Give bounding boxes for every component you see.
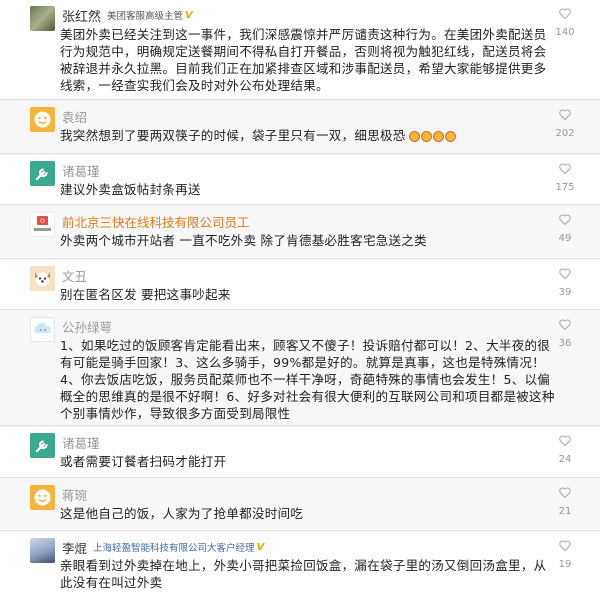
- comment-text: 建议外卖盒饭帖封条再送: [60, 182, 201, 197]
- like-count: 24: [558, 454, 572, 465]
- like-button[interactable]: 175: [552, 163, 578, 193]
- avatar[interactable]: [30, 538, 55, 563]
- heart-icon: [559, 109, 571, 120]
- comment-item: 袁绍 我突然想到了要两双筷子的时候，袋子里只有一双，细思极恐 202: [0, 101, 600, 154]
- heart-icon: [559, 487, 571, 498]
- like-count: 36: [558, 338, 572, 349]
- meituan-logo[interactable]: O: [30, 212, 55, 237]
- like-button[interactable]: 202: [552, 109, 578, 139]
- comment-text: 1、如果吃过的饭顾客肯定能看出来，顾客又不傻子！投诉赔付都可以！2、大半夜的很有…: [60, 338, 555, 421]
- comment-item: 公孙绿萼 1、如果吃过的饭顾客肯定能看出来，顾客又不傻子！投诉赔付都可以！2、大…: [0, 311, 600, 426]
- like-button[interactable]: 36: [552, 319, 578, 349]
- like-count: 175: [555, 182, 575, 193]
- user-title: 上海轻盈智能科技有限公司大客户经理: [93, 543, 255, 554]
- comment-item: 诸葛瑾 或者需要订餐者扫码才能打开 24: [0, 427, 600, 478]
- comment-item: 李焜 上海轻盈智能科技有限公司大客户经理 V 亲眼看到过外卖掉在地上，外卖小哥把…: [0, 532, 600, 599]
- comment-text: 外卖两个城市开站者 一直不吃外卖 除了肯德基必胜客宅急送之类: [60, 233, 427, 248]
- like-button[interactable]: 39: [552, 268, 578, 298]
- comment-item: 张红然 美团客服高级主管 V 美团外卖已经关注到这一事件，我们深感震惊并严厉谴责…: [0, 0, 600, 100]
- smile-icon[interactable]: [30, 485, 55, 510]
- like-count: 19: [558, 559, 572, 570]
- like-count: 39: [558, 287, 572, 298]
- heart-icon: [559, 435, 571, 446]
- like-count: 21: [558, 506, 572, 517]
- username[interactable]: 诸葛瑾: [62, 161, 100, 180]
- dog-icon[interactable]: [30, 266, 55, 291]
- wrench-icon[interactable]: [30, 161, 55, 186]
- verified-badge-icon: V: [185, 9, 193, 21]
- verified-badge-icon: V: [256, 541, 265, 553]
- like-button[interactable]: 140: [552, 8, 578, 38]
- heart-icon: [559, 163, 571, 174]
- heart-icon: [559, 319, 571, 330]
- like-button[interactable]: 19: [552, 540, 578, 570]
- comment-feed: 张红然 美团客服高级主管 V 美团外卖已经关注到这一事件，我们深感震惊并严厉谴责…: [0, 0, 600, 599]
- comment-text: 这是他自己的饭，人家为了抢单都没时间吃: [60, 506, 304, 521]
- like-button[interactable]: 21: [552, 487, 578, 517]
- cloud-icon[interactable]: [30, 317, 55, 342]
- avatar[interactable]: [30, 6, 55, 31]
- username[interactable]: 诸葛瑾: [62, 433, 100, 452]
- username[interactable]: 李焜: [62, 538, 87, 557]
- comment-item: 蒋琬 这是他自己的饭，人家为了抢单都没时间吃 21: [0, 479, 600, 531]
- comment-text: 美团外卖已经关注到这一事件，我们深感震惊并严厉谴责这种行为。在美团外卖配送员行为…: [60, 27, 547, 93]
- smile-icon[interactable]: [30, 107, 55, 132]
- like-count: 140: [555, 27, 575, 38]
- heart-icon: [559, 540, 571, 551]
- heart-icon: [559, 214, 571, 225]
- username[interactable]: 袁绍: [62, 107, 87, 126]
- username[interactable]: 前北京三快在线科技有限公司员工: [62, 212, 250, 231]
- comment-item: 文丑 别在匿名区发 要把这事吵起来 39: [0, 260, 600, 310]
- comment-text: 或者需要订餐者扫码才能打开: [60, 454, 227, 469]
- wrench-icon[interactable]: [30, 433, 55, 458]
- heart-icon: [559, 8, 571, 19]
- username[interactable]: 公孙绿萼: [62, 317, 112, 336]
- username[interactable]: 文丑: [62, 266, 87, 285]
- like-count: 202: [555, 128, 575, 139]
- emoji-icon: [408, 131, 456, 142]
- comment-item: O 前北京三快在线科技有限公司员工 外卖两个城市开站者 一直不吃外卖 除了肯德基…: [0, 206, 600, 259]
- user-title: 美团客服高级主管: [107, 11, 184, 22]
- like-button[interactable]: 24: [552, 435, 578, 465]
- heart-icon: [559, 268, 571, 279]
- like-button[interactable]: 49: [552, 214, 578, 244]
- like-count: 49: [558, 233, 572, 244]
- username[interactable]: 蒋琬: [62, 485, 87, 504]
- svg-text:O: O: [40, 218, 45, 225]
- comment-item: 诸葛瑾 建议外卖盒饭帖封条再送 175: [0, 155, 600, 205]
- username[interactable]: 张红然: [62, 6, 101, 25]
- comment-text: 亲眼看到过外卖掉在地上，外卖小哥把菜捡回饭盒，漏在袋子里的汤又倒回汤盒里，从此没…: [60, 558, 547, 590]
- comment-text: 我突然想到了要两双筷子的时候，袋子里只有一双，细思极恐: [60, 127, 556, 144]
- comment-text: 别在匿名区发 要把这事吵起来: [60, 287, 231, 302]
